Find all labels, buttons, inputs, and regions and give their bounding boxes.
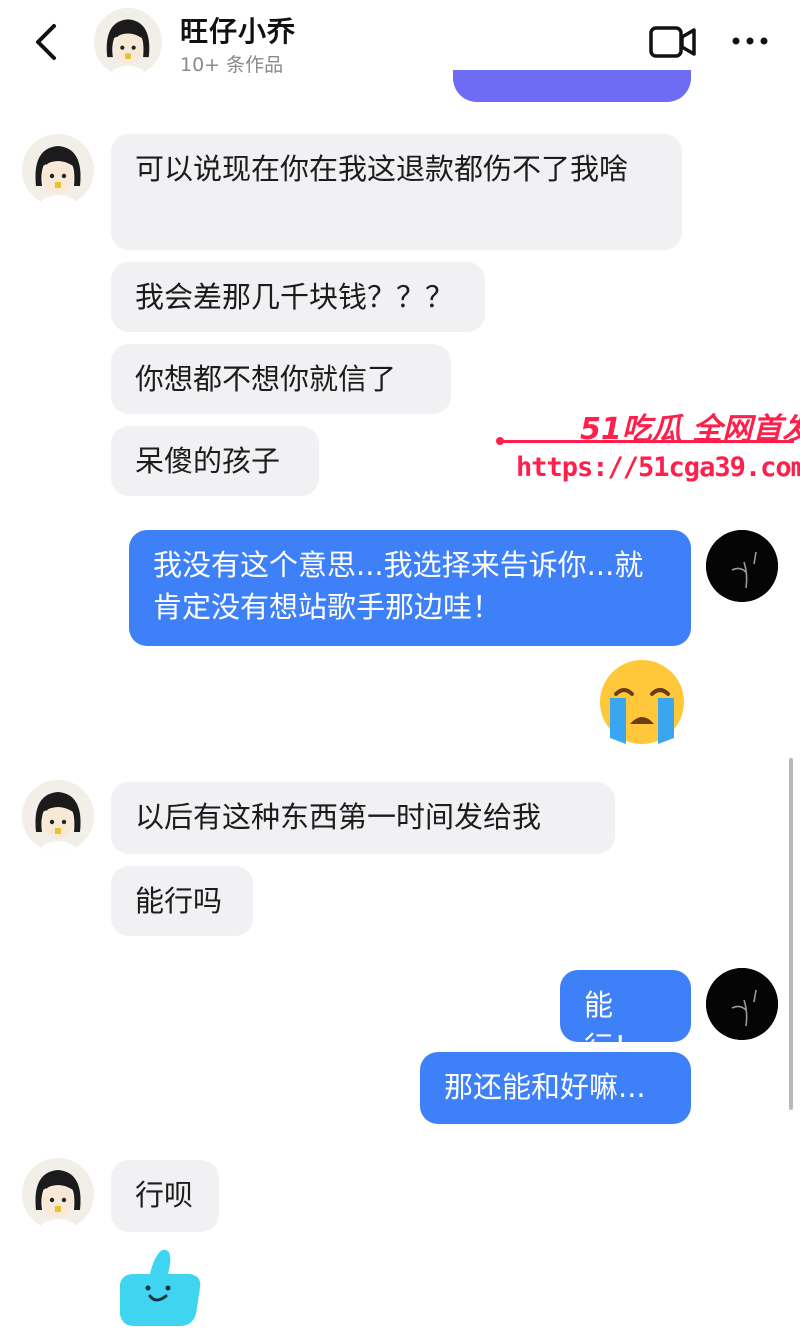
contact-avatar[interactable] bbox=[22, 134, 94, 206]
more-horizontal-icon bbox=[732, 37, 768, 45]
crying-face-emoji[interactable] bbox=[594, 658, 690, 746]
my-avatar[interactable] bbox=[706, 968, 778, 1040]
contact-avatar[interactable] bbox=[94, 8, 162, 76]
contact-name: 旺仔小乔 bbox=[180, 15, 297, 48]
dark-avatar-icon bbox=[706, 530, 778, 602]
contact-subtitle: 10+ 条作品 bbox=[180, 54, 284, 76]
message-bubble[interactable]: 那还能和好嘛... bbox=[420, 1052, 691, 1124]
message-bubble[interactable]: 能行！ bbox=[560, 970, 691, 1064]
chevron-left-icon bbox=[36, 24, 56, 60]
message-bubble[interactable]: 以后有这种东西第一时间发给我 bbox=[111, 782, 615, 854]
message-bubble[interactable]: 行呗 bbox=[111, 1160, 219, 1232]
my-avatar[interactable] bbox=[706, 530, 778, 602]
girl-avatar-icon bbox=[22, 780, 94, 852]
message-bubble[interactable]: 呆傻的孩子 bbox=[111, 426, 319, 496]
more-options-button[interactable] bbox=[730, 26, 770, 56]
contact-avatar[interactable] bbox=[22, 1158, 94, 1230]
watermark-url: https://51cga39.com bbox=[516, 452, 800, 483]
girl-avatar-icon bbox=[22, 1158, 94, 1230]
watermark-divider bbox=[498, 440, 794, 443]
scrollbar[interactable] bbox=[789, 758, 793, 1110]
message-bubble[interactable]: 你想都不想你就信了 bbox=[111, 344, 451, 414]
message-bubble[interactable]: 能行吗 bbox=[111, 866, 253, 936]
back-button[interactable] bbox=[28, 20, 68, 64]
thumbs-up-sticker[interactable] bbox=[110, 1244, 206, 1332]
watermark-dot bbox=[496, 437, 504, 445]
video-camera-icon bbox=[649, 26, 696, 58]
message-bubble[interactable]: 可以说现在你在我这退款都伤不了我啥 bbox=[111, 134, 682, 250]
thumbs-up-sticker-icon bbox=[120, 1249, 201, 1326]
contact-avatar[interactable] bbox=[22, 780, 94, 852]
previous-sent-bubble bbox=[453, 70, 691, 102]
message-bubble[interactable]: 我会差那几千块钱？？？ bbox=[111, 262, 485, 332]
message-bubble[interactable]: 我没有这个意思...我选择来告诉你...就肯定没有想站歌手那边哇！ bbox=[129, 530, 691, 646]
dark-avatar-icon bbox=[706, 968, 778, 1040]
video-call-button[interactable] bbox=[648, 24, 698, 60]
girl-avatar-icon bbox=[94, 8, 162, 76]
girl-avatar-icon bbox=[22, 134, 94, 206]
crying-face-icon bbox=[600, 660, 684, 744]
